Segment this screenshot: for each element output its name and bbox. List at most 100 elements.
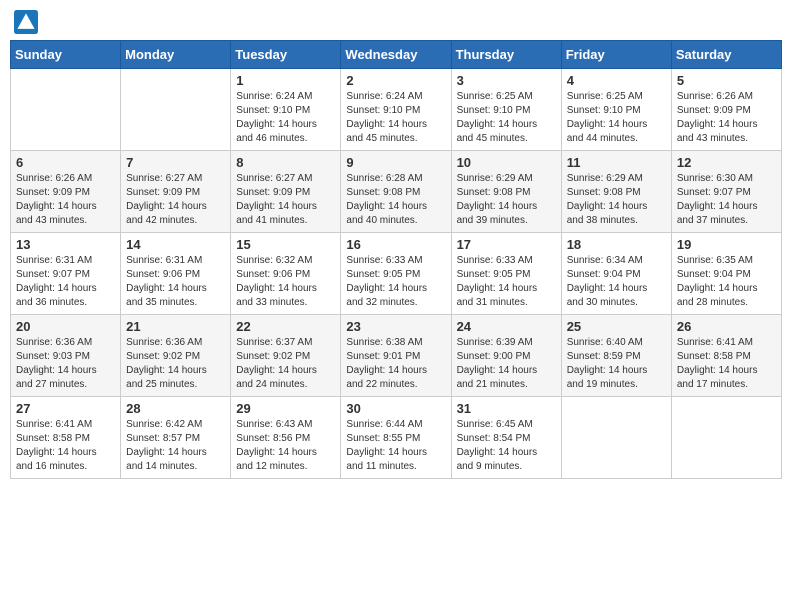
calendar-day-cell: 23 Sunrise: 6:38 AM Sunset: 9:01 PM Dayli… bbox=[341, 315, 451, 397]
day-of-week-header: Sunday bbox=[11, 41, 121, 69]
calendar-week-row: 27 Sunrise: 6:41 AM Sunset: 8:58 PM Dayli… bbox=[11, 397, 782, 479]
day-info: Sunrise: 6:30 AM Sunset: 9:07 PM Dayligh… bbox=[677, 172, 776, 228]
calendar-week-row: 13 Sunrise: 6:31 AM Sunset: 9:07 PM Dayli… bbox=[11, 233, 782, 315]
calendar-day-cell: 18 Sunrise: 6:34 AM Sunset: 9:04 PM Dayli… bbox=[561, 233, 671, 315]
calendar-day-cell: 11 Sunrise: 6:29 AM Sunset: 9:08 PM Dayli… bbox=[561, 151, 671, 233]
day-of-week-header: Friday bbox=[561, 41, 671, 69]
day-info: Sunrise: 6:24 AM Sunset: 9:10 PM Dayligh… bbox=[236, 90, 335, 146]
calendar-day-cell: 19Sunrise: 6:35 AM Sunset: 9:04 PM Dayli… bbox=[671, 233, 781, 315]
calendar-day-cell bbox=[561, 397, 671, 479]
day-info: Sunrise: 6:31 AM Sunset: 9:06 PM Dayligh… bbox=[126, 254, 225, 310]
day-info: Sunrise: 6:36 AM Sunset: 9:03 PM Dayligh… bbox=[16, 336, 115, 392]
day-number: 9 bbox=[346, 155, 445, 170]
day-number: 24 bbox=[457, 319, 556, 334]
day-info: Sunrise: 6:41 AM Sunset: 8:58 PM Dayligh… bbox=[677, 336, 776, 392]
calendar-header-row: SundayMondayTuesdayWednesdayThursdayFrid… bbox=[11, 41, 782, 69]
calendar-day-cell: 6 Sunrise: 6:26 AM Sunset: 9:09 PM Daylig… bbox=[11, 151, 121, 233]
day-number: 2 bbox=[346, 73, 445, 88]
day-info: Sunrise: 6:43 AM Sunset: 8:56 PM Dayligh… bbox=[236, 418, 335, 474]
calendar-week-row: 1 Sunrise: 6:24 AM Sunset: 9:10 PM Daylig… bbox=[11, 69, 782, 151]
calendar-day-cell: 10 Sunrise: 6:29 AM Sunset: 9:08 PM Dayli… bbox=[451, 151, 561, 233]
day-number: 3 bbox=[457, 73, 556, 88]
calendar-day-cell: 5 Sunrise: 6:26 AM Sunset: 9:09 PM Daylig… bbox=[671, 69, 781, 151]
day-info: Sunrise: 6:28 AM Sunset: 9:08 PM Dayligh… bbox=[346, 172, 445, 228]
day-info: Sunrise: 6:41 AM Sunset: 8:58 PM Dayligh… bbox=[16, 418, 115, 474]
day-of-week-header: Wednesday bbox=[341, 41, 451, 69]
day-number: 11 bbox=[567, 155, 666, 170]
page-header bbox=[10, 10, 782, 34]
day-info: Sunrise: 6:29 AM Sunset: 9:08 PM Dayligh… bbox=[567, 172, 666, 228]
calendar-day-cell: 31 Sunrise: 6:45 AM Sunset: 8:54 PM Dayli… bbox=[451, 397, 561, 479]
day-number: 21 bbox=[126, 319, 225, 334]
day-info: Sunrise: 6:36 AM Sunset: 9:02 PM Dayligh… bbox=[126, 336, 225, 392]
calendar-day-cell: 22 Sunrise: 6:37 AM Sunset: 9:02 PM Dayli… bbox=[231, 315, 341, 397]
day-info: Sunrise: 6:27 AM Sunset: 9:09 PM Dayligh… bbox=[236, 172, 335, 228]
day-number: 27 bbox=[16, 401, 115, 416]
day-info: Sunrise: 6:37 AM Sunset: 9:02 PM Dayligh… bbox=[236, 336, 335, 392]
day-number: 16 bbox=[346, 237, 445, 252]
day-info: Sunrise: 6:26 AM Sunset: 9:09 PM Dayligh… bbox=[677, 90, 776, 146]
day-info: Sunrise: 6:31 AM Sunset: 9:07 PM Dayligh… bbox=[16, 254, 115, 310]
day-number: 26 bbox=[677, 319, 776, 334]
calendar-day-cell: 16 Sunrise: 6:33 AM Sunset: 9:05 PM Dayli… bbox=[341, 233, 451, 315]
calendar-day-cell: 17Sunrise: 6:33 AM Sunset: 9:05 PM Dayli… bbox=[451, 233, 561, 315]
day-info: Sunrise: 6:29 AM Sunset: 9:08 PM Dayligh… bbox=[457, 172, 556, 228]
day-info: Sunrise: 6:26 AM Sunset: 9:09 PM Dayligh… bbox=[16, 172, 115, 228]
day-info: Sunrise: 6:39 AM Sunset: 9:00 PM Dayligh… bbox=[457, 336, 556, 392]
calendar-week-row: 6 Sunrise: 6:26 AM Sunset: 9:09 PM Daylig… bbox=[11, 151, 782, 233]
day-number: 23 bbox=[346, 319, 445, 334]
calendar-day-cell: 14 Sunrise: 6:31 AM Sunset: 9:06 PM Dayli… bbox=[121, 233, 231, 315]
day-info: Sunrise: 6:38 AM Sunset: 9:01 PM Dayligh… bbox=[346, 336, 445, 392]
day-number: 14 bbox=[126, 237, 225, 252]
day-of-week-header: Monday bbox=[121, 41, 231, 69]
calendar-day-cell: 8Sunrise: 6:27 AM Sunset: 9:09 PM Daylig… bbox=[231, 151, 341, 233]
calendar-day-cell: 3Sunrise: 6:25 AM Sunset: 9:10 PM Daylig… bbox=[451, 69, 561, 151]
day-number: 29 bbox=[236, 401, 335, 416]
day-number: 18 bbox=[567, 237, 666, 252]
day-of-week-header: Thursday bbox=[451, 41, 561, 69]
calendar-day-cell: 7 Sunrise: 6:27 AM Sunset: 9:09 PM Daylig… bbox=[121, 151, 231, 233]
calendar-day-cell bbox=[11, 69, 121, 151]
day-info: Sunrise: 6:33 AM Sunset: 9:05 PM Dayligh… bbox=[346, 254, 445, 310]
day-info: Sunrise: 6:32 AM Sunset: 9:06 PM Dayligh… bbox=[236, 254, 335, 310]
calendar-day-cell: 30 Sunrise: 6:44 AM Sunset: 8:55 PM Dayli… bbox=[341, 397, 451, 479]
day-number: 12 bbox=[677, 155, 776, 170]
day-number: 22 bbox=[236, 319, 335, 334]
day-number: 13 bbox=[16, 237, 115, 252]
day-number: 20 bbox=[16, 319, 115, 334]
calendar-day-cell: 12 Sunrise: 6:30 AM Sunset: 9:07 PM Dayli… bbox=[671, 151, 781, 233]
calendar-day-cell: 20 Sunrise: 6:36 AM Sunset: 9:03 PM Dayli… bbox=[11, 315, 121, 397]
day-info: Sunrise: 6:34 AM Sunset: 9:04 PM Dayligh… bbox=[567, 254, 666, 310]
calendar-day-cell: 28Sunrise: 6:42 AM Sunset: 8:57 PM Dayli… bbox=[121, 397, 231, 479]
day-of-week-header: Saturday bbox=[671, 41, 781, 69]
calendar-day-cell: 1 Sunrise: 6:24 AM Sunset: 9:10 PM Daylig… bbox=[231, 69, 341, 151]
day-info: Sunrise: 6:44 AM Sunset: 8:55 PM Dayligh… bbox=[346, 418, 445, 474]
day-number: 17 bbox=[457, 237, 556, 252]
calendar-day-cell bbox=[671, 397, 781, 479]
day-number: 19 bbox=[677, 237, 776, 252]
logo bbox=[14, 10, 42, 34]
day-info: Sunrise: 6:42 AM Sunset: 8:57 PM Dayligh… bbox=[126, 418, 225, 474]
day-number: 30 bbox=[346, 401, 445, 416]
day-number: 1 bbox=[236, 73, 335, 88]
calendar-day-cell: 21 Sunrise: 6:36 AM Sunset: 9:02 PM Dayli… bbox=[121, 315, 231, 397]
day-number: 7 bbox=[126, 155, 225, 170]
day-info: Sunrise: 6:24 AM Sunset: 9:10 PM Dayligh… bbox=[346, 90, 445, 146]
day-number: 15 bbox=[236, 237, 335, 252]
day-info: Sunrise: 6:45 AM Sunset: 8:54 PM Dayligh… bbox=[457, 418, 556, 474]
calendar-day-cell: 24 Sunrise: 6:39 AM Sunset: 9:00 PM Dayli… bbox=[451, 315, 561, 397]
day-number: 10 bbox=[457, 155, 556, 170]
calendar-day-cell: 13 Sunrise: 6:31 AM Sunset: 9:07 PM Dayli… bbox=[11, 233, 121, 315]
calendar-day-cell: 26 Sunrise: 6:41 AM Sunset: 8:58 PM Dayli… bbox=[671, 315, 781, 397]
calendar-day-cell: 2 Sunrise: 6:24 AM Sunset: 9:10 PM Daylig… bbox=[341, 69, 451, 151]
day-info: Sunrise: 6:40 AM Sunset: 8:59 PM Dayligh… bbox=[567, 336, 666, 392]
day-number: 4 bbox=[567, 73, 666, 88]
calendar-day-cell bbox=[121, 69, 231, 151]
day-info: Sunrise: 6:27 AM Sunset: 9:09 PM Dayligh… bbox=[126, 172, 225, 228]
day-number: 5 bbox=[677, 73, 776, 88]
day-number: 25 bbox=[567, 319, 666, 334]
calendar-day-cell: 9 Sunrise: 6:28 AM Sunset: 9:08 PM Daylig… bbox=[341, 151, 451, 233]
day-number: 31 bbox=[457, 401, 556, 416]
day-number: 6 bbox=[16, 155, 115, 170]
logo-icon bbox=[14, 10, 38, 34]
